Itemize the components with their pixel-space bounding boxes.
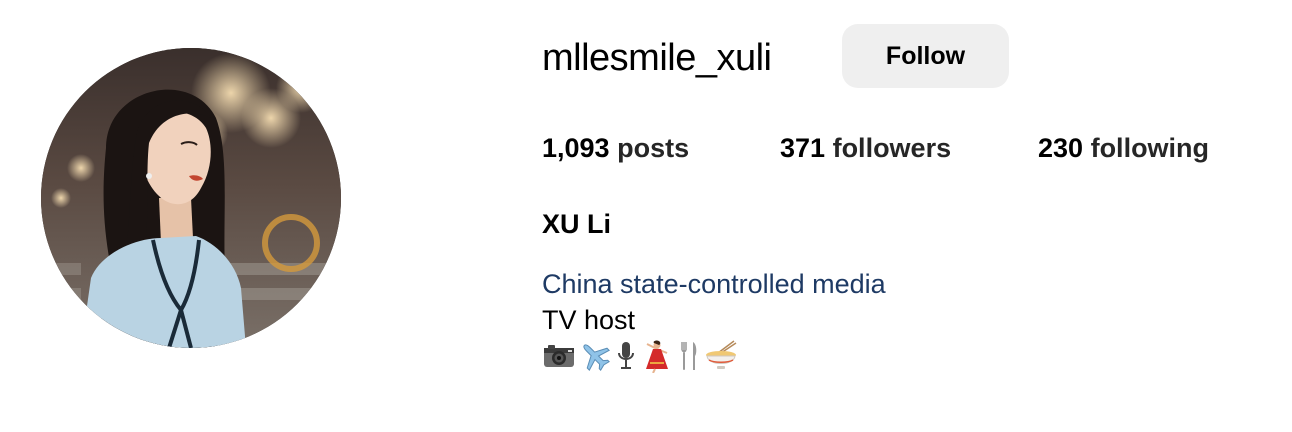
profile-header: mllesmile_xuli Follow 1,093 posts 371 fo… xyxy=(0,0,1292,432)
stat-following[interactable]: 230 following xyxy=(1038,131,1209,165)
stat-posts[interactable]: 1,093 posts xyxy=(542,131,689,165)
stat-followers[interactable]: 371 followers xyxy=(780,131,951,165)
state-media-label-link[interactable]: China state-controlled media xyxy=(542,267,886,301)
noodle-bowl-icon xyxy=(704,339,738,373)
bio-text: TV host xyxy=(542,305,636,335)
camera-icon xyxy=(542,339,576,373)
airplane-icon xyxy=(578,339,612,373)
profile-full-name: XU Li xyxy=(542,209,612,239)
follow-button[interactable]: Follow xyxy=(842,24,1009,88)
profile-username: mllesmile_xuli xyxy=(542,37,772,79)
posts-count: 1,093 xyxy=(542,133,610,163)
following-count: 230 xyxy=(1038,133,1084,163)
avatar-photo xyxy=(41,48,341,348)
profile-avatar[interactable] xyxy=(41,48,341,348)
following-label: following xyxy=(1090,133,1210,163)
posts-label: posts xyxy=(617,133,690,163)
microphone-icon xyxy=(614,339,638,373)
fork-knife-icon xyxy=(676,339,702,373)
followers-label: followers xyxy=(832,133,952,163)
followers-count: 371 xyxy=(780,133,826,163)
dancer-icon xyxy=(640,339,674,373)
bio-emoji-row xyxy=(542,338,738,374)
